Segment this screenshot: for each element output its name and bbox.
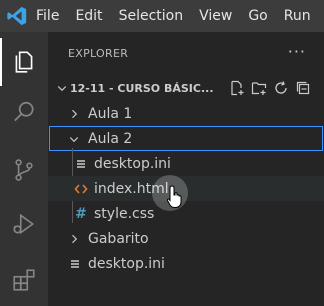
- tree-file-desktop-ini-root[interactable]: desktop.ini: [48, 251, 324, 276]
- menu-edit[interactable]: Edit: [75, 8, 102, 24]
- ini-file-icon: [72, 158, 90, 170]
- tree-folder-gabarito[interactable]: Gabarito: [48, 226, 324, 251]
- chevron-down-icon: [66, 133, 82, 145]
- vscode-logo-icon[interactable]: [6, 4, 28, 28]
- new-folder-icon[interactable]: [248, 78, 270, 98]
- source-control-icon[interactable]: [0, 146, 48, 194]
- menu-view[interactable]: View: [199, 8, 232, 24]
- menu-file[interactable]: File: [36, 8, 59, 24]
- title-bar: File Edit Selection View Go Run: [0, 0, 324, 32]
- activity-bar: [0, 32, 48, 306]
- active-indicator: [0, 38, 2, 86]
- tree-item-label: Gabarito: [88, 230, 149, 247]
- chevron-down-icon[interactable]: [54, 82, 70, 94]
- refresh-icon[interactable]: [270, 78, 292, 98]
- explorer-title: EXPLORER: [68, 47, 129, 60]
- tree-item-label: style.css: [94, 205, 155, 222]
- css-file-icon: #: [75, 205, 87, 222]
- run-debug-icon[interactable]: [0, 200, 48, 248]
- tree-folder-aula-2[interactable]: Aula 2: [49, 126, 323, 151]
- chevron-right-icon: [66, 108, 82, 120]
- tree-file-desktop-ini[interactable]: desktop.ini: [48, 151, 324, 176]
- menu-selection[interactable]: Selection: [119, 8, 184, 24]
- collapse-all-icon[interactable]: [292, 78, 314, 98]
- menu-go[interactable]: Go: [248, 8, 267, 24]
- tree-item-label: desktop.ini: [88, 255, 165, 272]
- menu-run[interactable]: Run: [284, 8, 311, 24]
- ini-file-icon: [66, 258, 84, 270]
- workspace-folder-header[interactable]: 12-11 - CURSO BÁSIC...: [48, 76, 324, 100]
- tree-item-label: desktop.ini: [94, 155, 171, 172]
- pointer-hand-icon: [166, 184, 186, 214]
- explorer-sidebar: EXPLORER ··· 12-11 - CURSO BÁSIC... Aula…: [48, 32, 324, 306]
- tree-item-label: Aula 2: [88, 130, 133, 147]
- workspace-folder-title: 12-11 - CURSO BÁSIC...: [70, 81, 214, 95]
- tree-folder-aula-1[interactable]: Aula 1: [48, 101, 324, 126]
- tree-file-style-css[interactable]: # style.css: [48, 201, 324, 226]
- tree-item-label: Aula 1: [88, 105, 133, 122]
- new-file-icon[interactable]: [226, 78, 248, 98]
- extensions-icon[interactable]: [0, 256, 48, 304]
- chevron-right-icon: [66, 233, 82, 245]
- html-file-icon: [72, 183, 90, 195]
- search-icon[interactable]: [0, 88, 48, 136]
- more-actions-icon[interactable]: ···: [288, 42, 306, 61]
- explorer-icon[interactable]: [0, 38, 48, 86]
- explorer-header: EXPLORER ···: [48, 32, 324, 76]
